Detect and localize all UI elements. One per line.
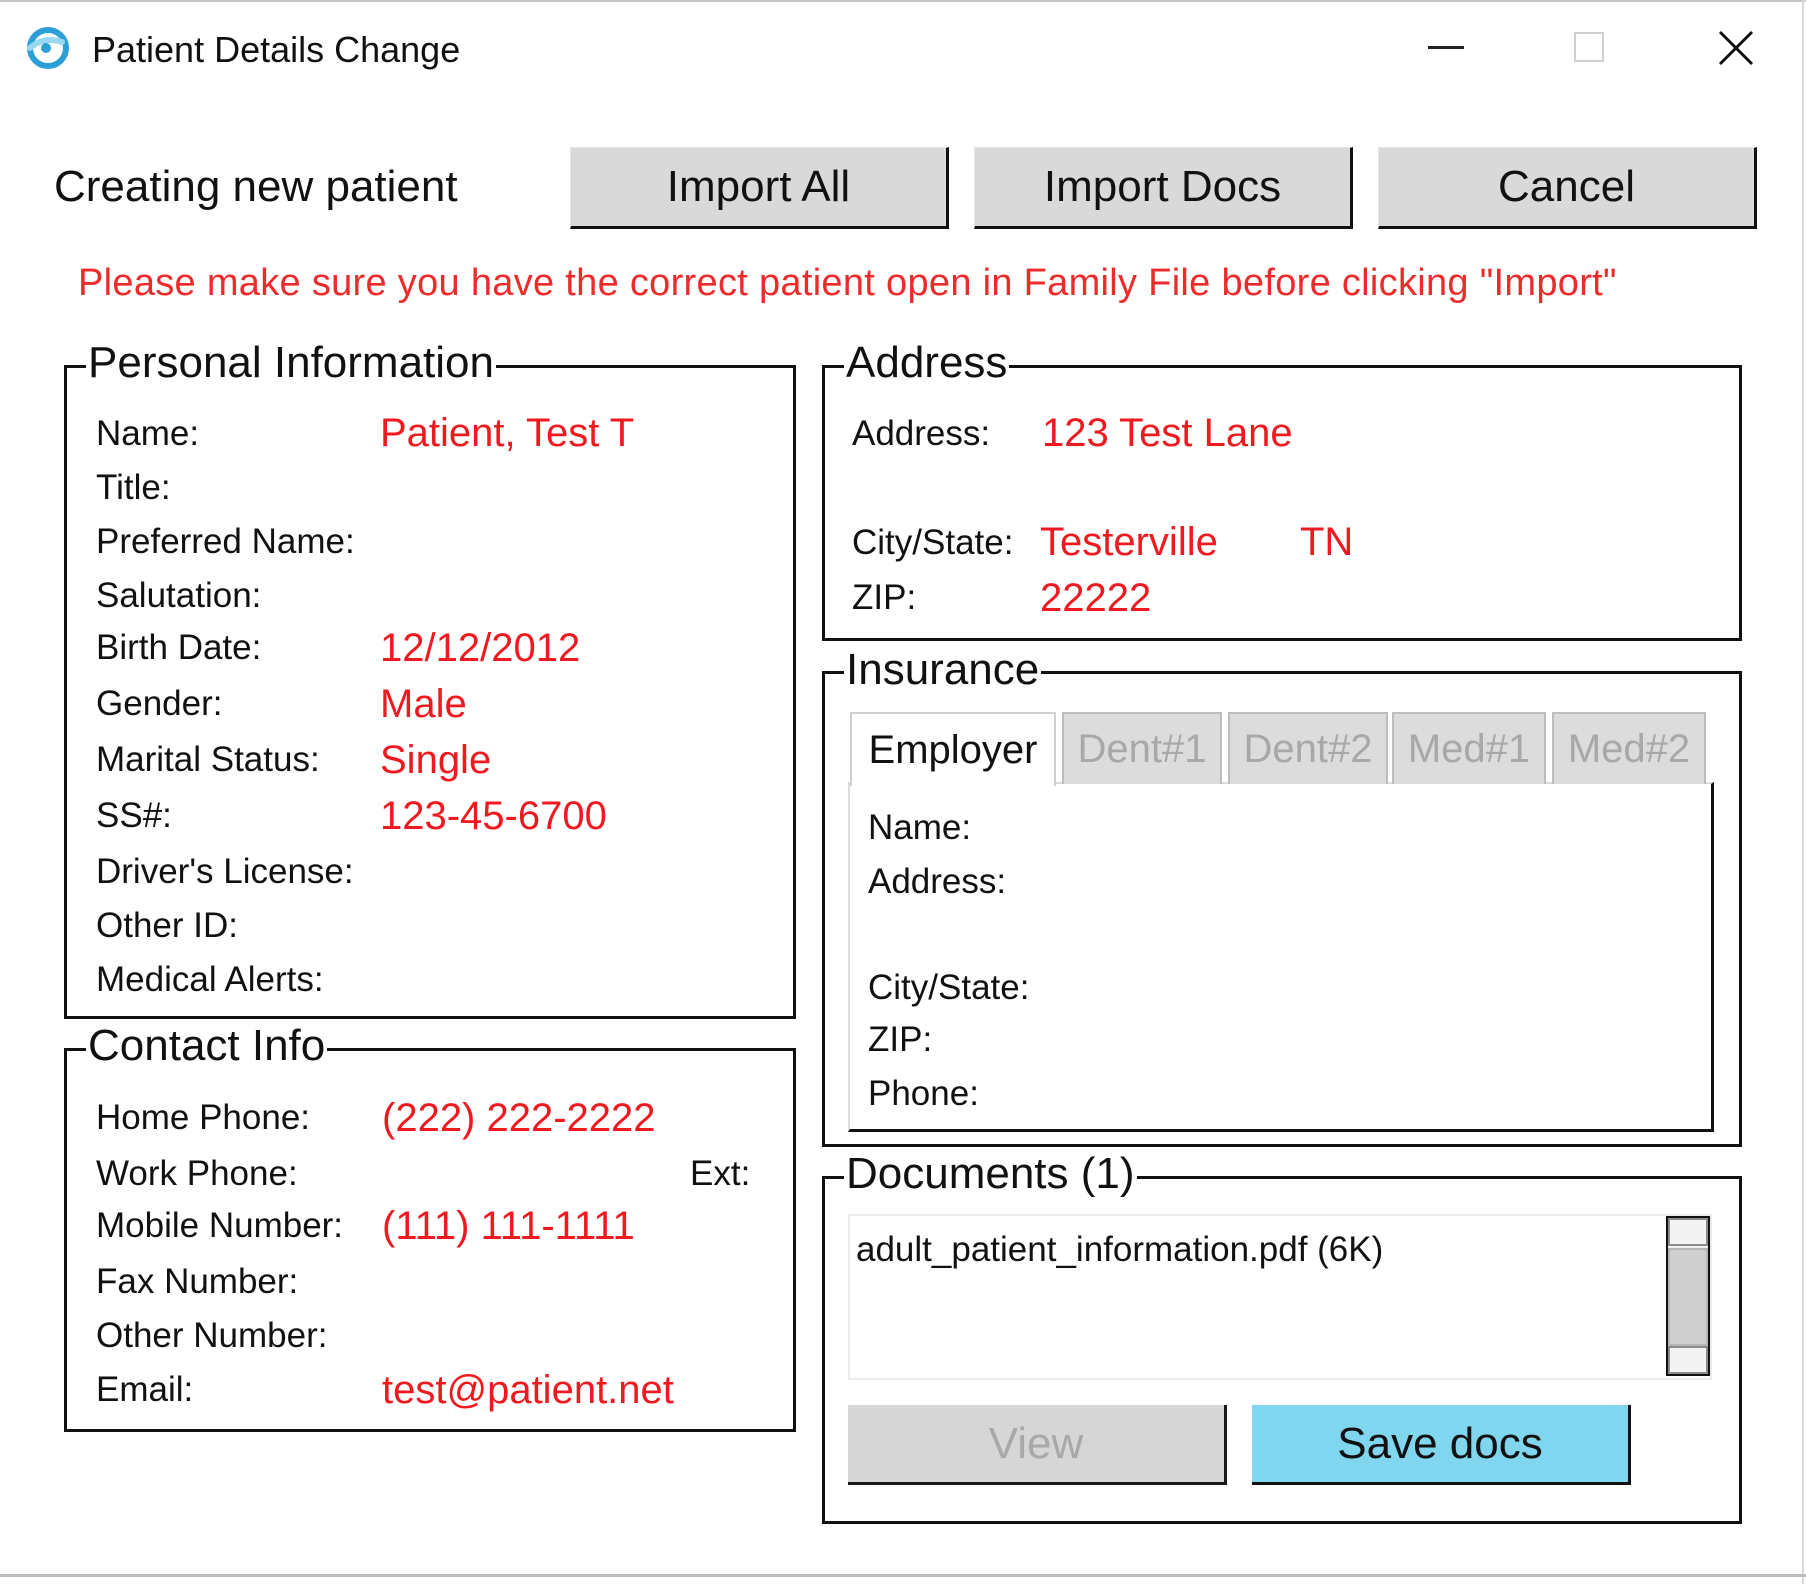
state-value: TN xyxy=(1300,520,1354,564)
import-docs-button[interactable]: Import Docs xyxy=(974,147,1353,229)
city-state-label: City/State: xyxy=(852,523,1014,562)
scroll-up-arrow[interactable] xyxy=(1668,1218,1708,1246)
ss-value: 123-45-6700 xyxy=(380,794,607,838)
other-number-label: Other Number: xyxy=(96,1316,328,1355)
birth-date-label: Birth Date: xyxy=(96,628,262,667)
address-label: Address: xyxy=(852,414,991,453)
address-legend: Address xyxy=(844,338,1010,387)
ss-label: SS#: xyxy=(96,796,172,835)
insurance-legend: Insurance xyxy=(844,645,1042,694)
insurance-zip-label: ZIP: xyxy=(868,1020,933,1059)
window-bottom-border xyxy=(0,1574,1806,1577)
mobile-number-value: (111) 111-1111 xyxy=(382,1204,635,1248)
window-right-border xyxy=(1802,0,1804,1584)
tab-employer[interactable]: Employer xyxy=(850,712,1056,786)
salutation-label: Salutation: xyxy=(96,576,262,615)
work-phone-label: Work Phone: xyxy=(96,1154,298,1193)
name-label: Name: xyxy=(96,414,200,453)
address-group xyxy=(822,365,1742,641)
window-title: Patient Details Change xyxy=(92,29,461,70)
scroll-down-arrow[interactable] xyxy=(1668,1346,1708,1374)
status-text: Creating new patient xyxy=(54,162,458,211)
save-docs-button[interactable]: Save docs xyxy=(1252,1405,1631,1485)
list-item[interactable]: adult_patient_information.pdf (6K) xyxy=(856,1232,1383,1267)
fax-number-label: Fax Number: xyxy=(96,1262,299,1301)
medical-alerts-label: Medical Alerts: xyxy=(96,960,324,999)
app-logo-icon xyxy=(22,26,72,72)
scroll-thumb[interactable] xyxy=(1668,1248,1708,1346)
gender-value: Male xyxy=(380,682,467,726)
documents-legend: Documents (1) xyxy=(844,1149,1137,1198)
view-button[interactable]: View xyxy=(848,1405,1227,1485)
minimize-button[interactable] xyxy=(1428,46,1464,49)
insurance-city-state-label: City/State: xyxy=(868,968,1030,1007)
maximize-button[interactable] xyxy=(1574,32,1604,62)
mobile-number-label: Mobile Number: xyxy=(96,1206,344,1245)
documents-scrollbar[interactable] xyxy=(1666,1216,1710,1376)
close-button[interactable] xyxy=(1716,28,1756,68)
insurance-name-label: Name: xyxy=(868,808,972,847)
name-value: Patient, Test T xyxy=(380,411,635,455)
tab-dent2[interactable]: Dent#2 xyxy=(1228,712,1388,784)
ext-label: Ext: xyxy=(690,1154,751,1193)
preferred-name-label: Preferred Name: xyxy=(96,522,355,561)
gender-label: Gender: xyxy=(96,684,223,723)
address-value: 123 Test Lane xyxy=(1042,411,1293,455)
home-phone-label: Home Phone: xyxy=(96,1098,311,1137)
marital-status-label: Marital Status: xyxy=(96,740,320,779)
email-value: test@patient.net xyxy=(382,1368,674,1412)
documents-list[interactable]: adult_patient_information.pdf (6K) xyxy=(848,1214,1712,1380)
email-label: Email: xyxy=(96,1370,194,1409)
import-warning: Please make sure you have the correct pa… xyxy=(78,262,1617,304)
tab-dent1[interactable]: Dent#1 xyxy=(1062,712,1222,784)
marital-status-value: Single xyxy=(380,738,492,782)
tab-med1[interactable]: Med#1 xyxy=(1392,712,1546,784)
personal-information-legend: Personal Information xyxy=(86,338,496,387)
insurance-phone-label: Phone: xyxy=(868,1074,979,1113)
title-label: Title: xyxy=(96,468,171,507)
patient-details-window: Patient Details Change Creating new pati… xyxy=(0,0,1806,1584)
zip-value: 22222 xyxy=(1040,576,1152,620)
insurance-address-label: Address: xyxy=(868,862,1007,901)
zip-label: ZIP: xyxy=(852,578,917,617)
city-value: Testerville xyxy=(1040,520,1218,564)
other-id-label: Other ID: xyxy=(96,906,238,945)
import-all-button[interactable]: Import All xyxy=(570,147,949,229)
tab-med2[interactable]: Med#2 xyxy=(1552,712,1706,784)
drivers-license-label: Driver's License: xyxy=(96,852,354,891)
cancel-button[interactable]: Cancel xyxy=(1378,147,1757,229)
home-phone-value: (222) 222-2222 xyxy=(382,1096,656,1140)
birth-date-value: 12/12/2012 xyxy=(380,626,581,670)
close-icon xyxy=(1718,30,1754,66)
contact-info-legend: Contact Info xyxy=(86,1021,328,1070)
window-top-border xyxy=(0,0,1806,2)
